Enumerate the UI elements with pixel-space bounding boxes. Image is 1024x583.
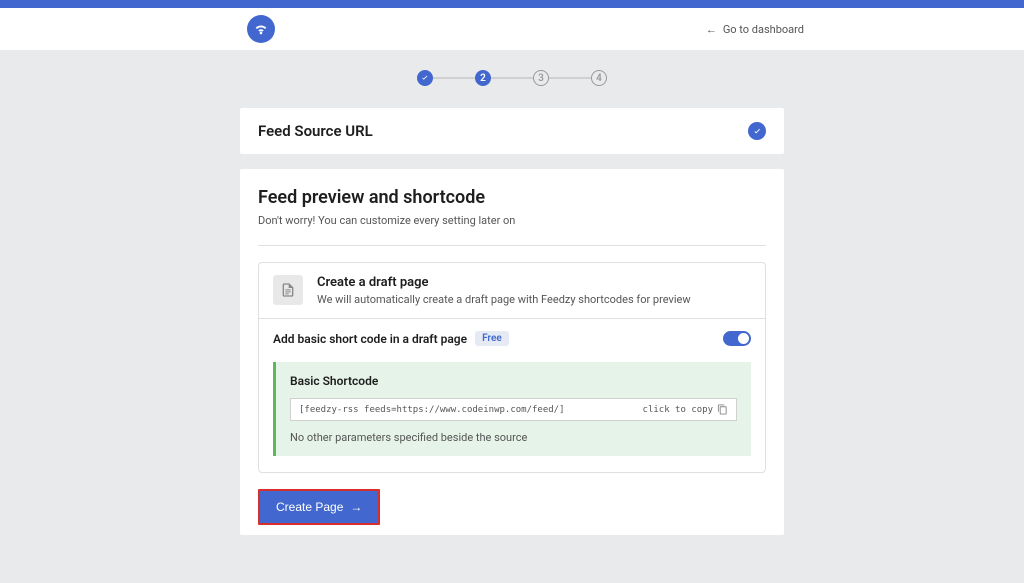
shortcode-section: Add basic short code in a draft page Fre… bbox=[259, 319, 765, 472]
document-icon bbox=[280, 282, 296, 298]
shortcode-code: [feedzy-rss feeds=https://www.codeinwp.c… bbox=[299, 405, 565, 415]
step-4[interactable]: 4 bbox=[591, 70, 607, 86]
step-1[interactable] bbox=[417, 70, 433, 86]
check-icon bbox=[752, 126, 763, 137]
draft-text: Create a draft page We will automaticall… bbox=[317, 275, 691, 306]
copy-label: click to copy bbox=[643, 405, 713, 415]
divider bbox=[258, 245, 766, 246]
basic-shortcode-title: Basic Shortcode bbox=[290, 374, 737, 388]
create-page-label: Create Page bbox=[276, 500, 343, 514]
dashboard-link[interactable]: ← Go to dashboard bbox=[706, 23, 804, 36]
step-connector bbox=[433, 77, 475, 79]
step-connector bbox=[549, 77, 591, 79]
draft-box: Create a draft page We will automaticall… bbox=[258, 262, 766, 473]
copy-button[interactable]: click to copy bbox=[643, 404, 728, 415]
dashboard-link-label: Go to dashboard bbox=[723, 23, 804, 36]
wifi-icon bbox=[253, 21, 269, 37]
shortcode-toggle[interactable] bbox=[723, 331, 751, 346]
draft-desc: We will automatically create a draft pag… bbox=[317, 293, 691, 306]
copy-icon bbox=[717, 404, 728, 415]
check-icon bbox=[420, 73, 430, 83]
preview-subtitle: Don't worry! You can customize every set… bbox=[258, 214, 766, 227]
stepper: 2 3 4 bbox=[0, 50, 1024, 108]
preview-card: Feed preview and shortcode Don't worry! … bbox=[240, 169, 784, 535]
step-connector bbox=[491, 77, 533, 79]
logo bbox=[247, 15, 275, 43]
arrow-right-icon: → bbox=[350, 500, 362, 514]
step-3[interactable]: 3 bbox=[533, 70, 549, 86]
create-page-button[interactable]: Create Page → bbox=[258, 489, 380, 525]
arrow-left-icon: ← bbox=[706, 23, 717, 36]
shortcode-code-row[interactable]: [feedzy-rss feeds=https://www.codeinwp.c… bbox=[290, 398, 737, 421]
feed-source-check bbox=[748, 122, 766, 140]
basic-shortcode-box: Basic Shortcode [feedzy-rss feeds=https:… bbox=[273, 362, 751, 456]
no-params-text: No other parameters specified beside the… bbox=[290, 431, 737, 444]
feed-source-title: Feed Source URL bbox=[258, 122, 373, 140]
shortcode-header-row: Add basic short code in a draft page Fre… bbox=[273, 331, 751, 346]
file-icon bbox=[273, 275, 303, 305]
draft-header: Create a draft page We will automaticall… bbox=[259, 263, 765, 319]
step-2[interactable]: 2 bbox=[475, 70, 491, 86]
shortcode-header: Add basic short code in a draft page bbox=[273, 332, 467, 346]
header: ← Go to dashboard bbox=[0, 8, 1024, 50]
top-accent-bar bbox=[0, 0, 1024, 8]
feed-source-card[interactable]: Feed Source URL bbox=[240, 108, 784, 154]
shortcode-header-left: Add basic short code in a draft page Fre… bbox=[273, 331, 509, 346]
main-content: Feed Source URL Feed preview and shortco… bbox=[240, 108, 784, 535]
preview-title: Feed preview and shortcode bbox=[258, 187, 766, 208]
draft-title: Create a draft page bbox=[317, 275, 691, 290]
free-badge: Free bbox=[475, 331, 509, 346]
